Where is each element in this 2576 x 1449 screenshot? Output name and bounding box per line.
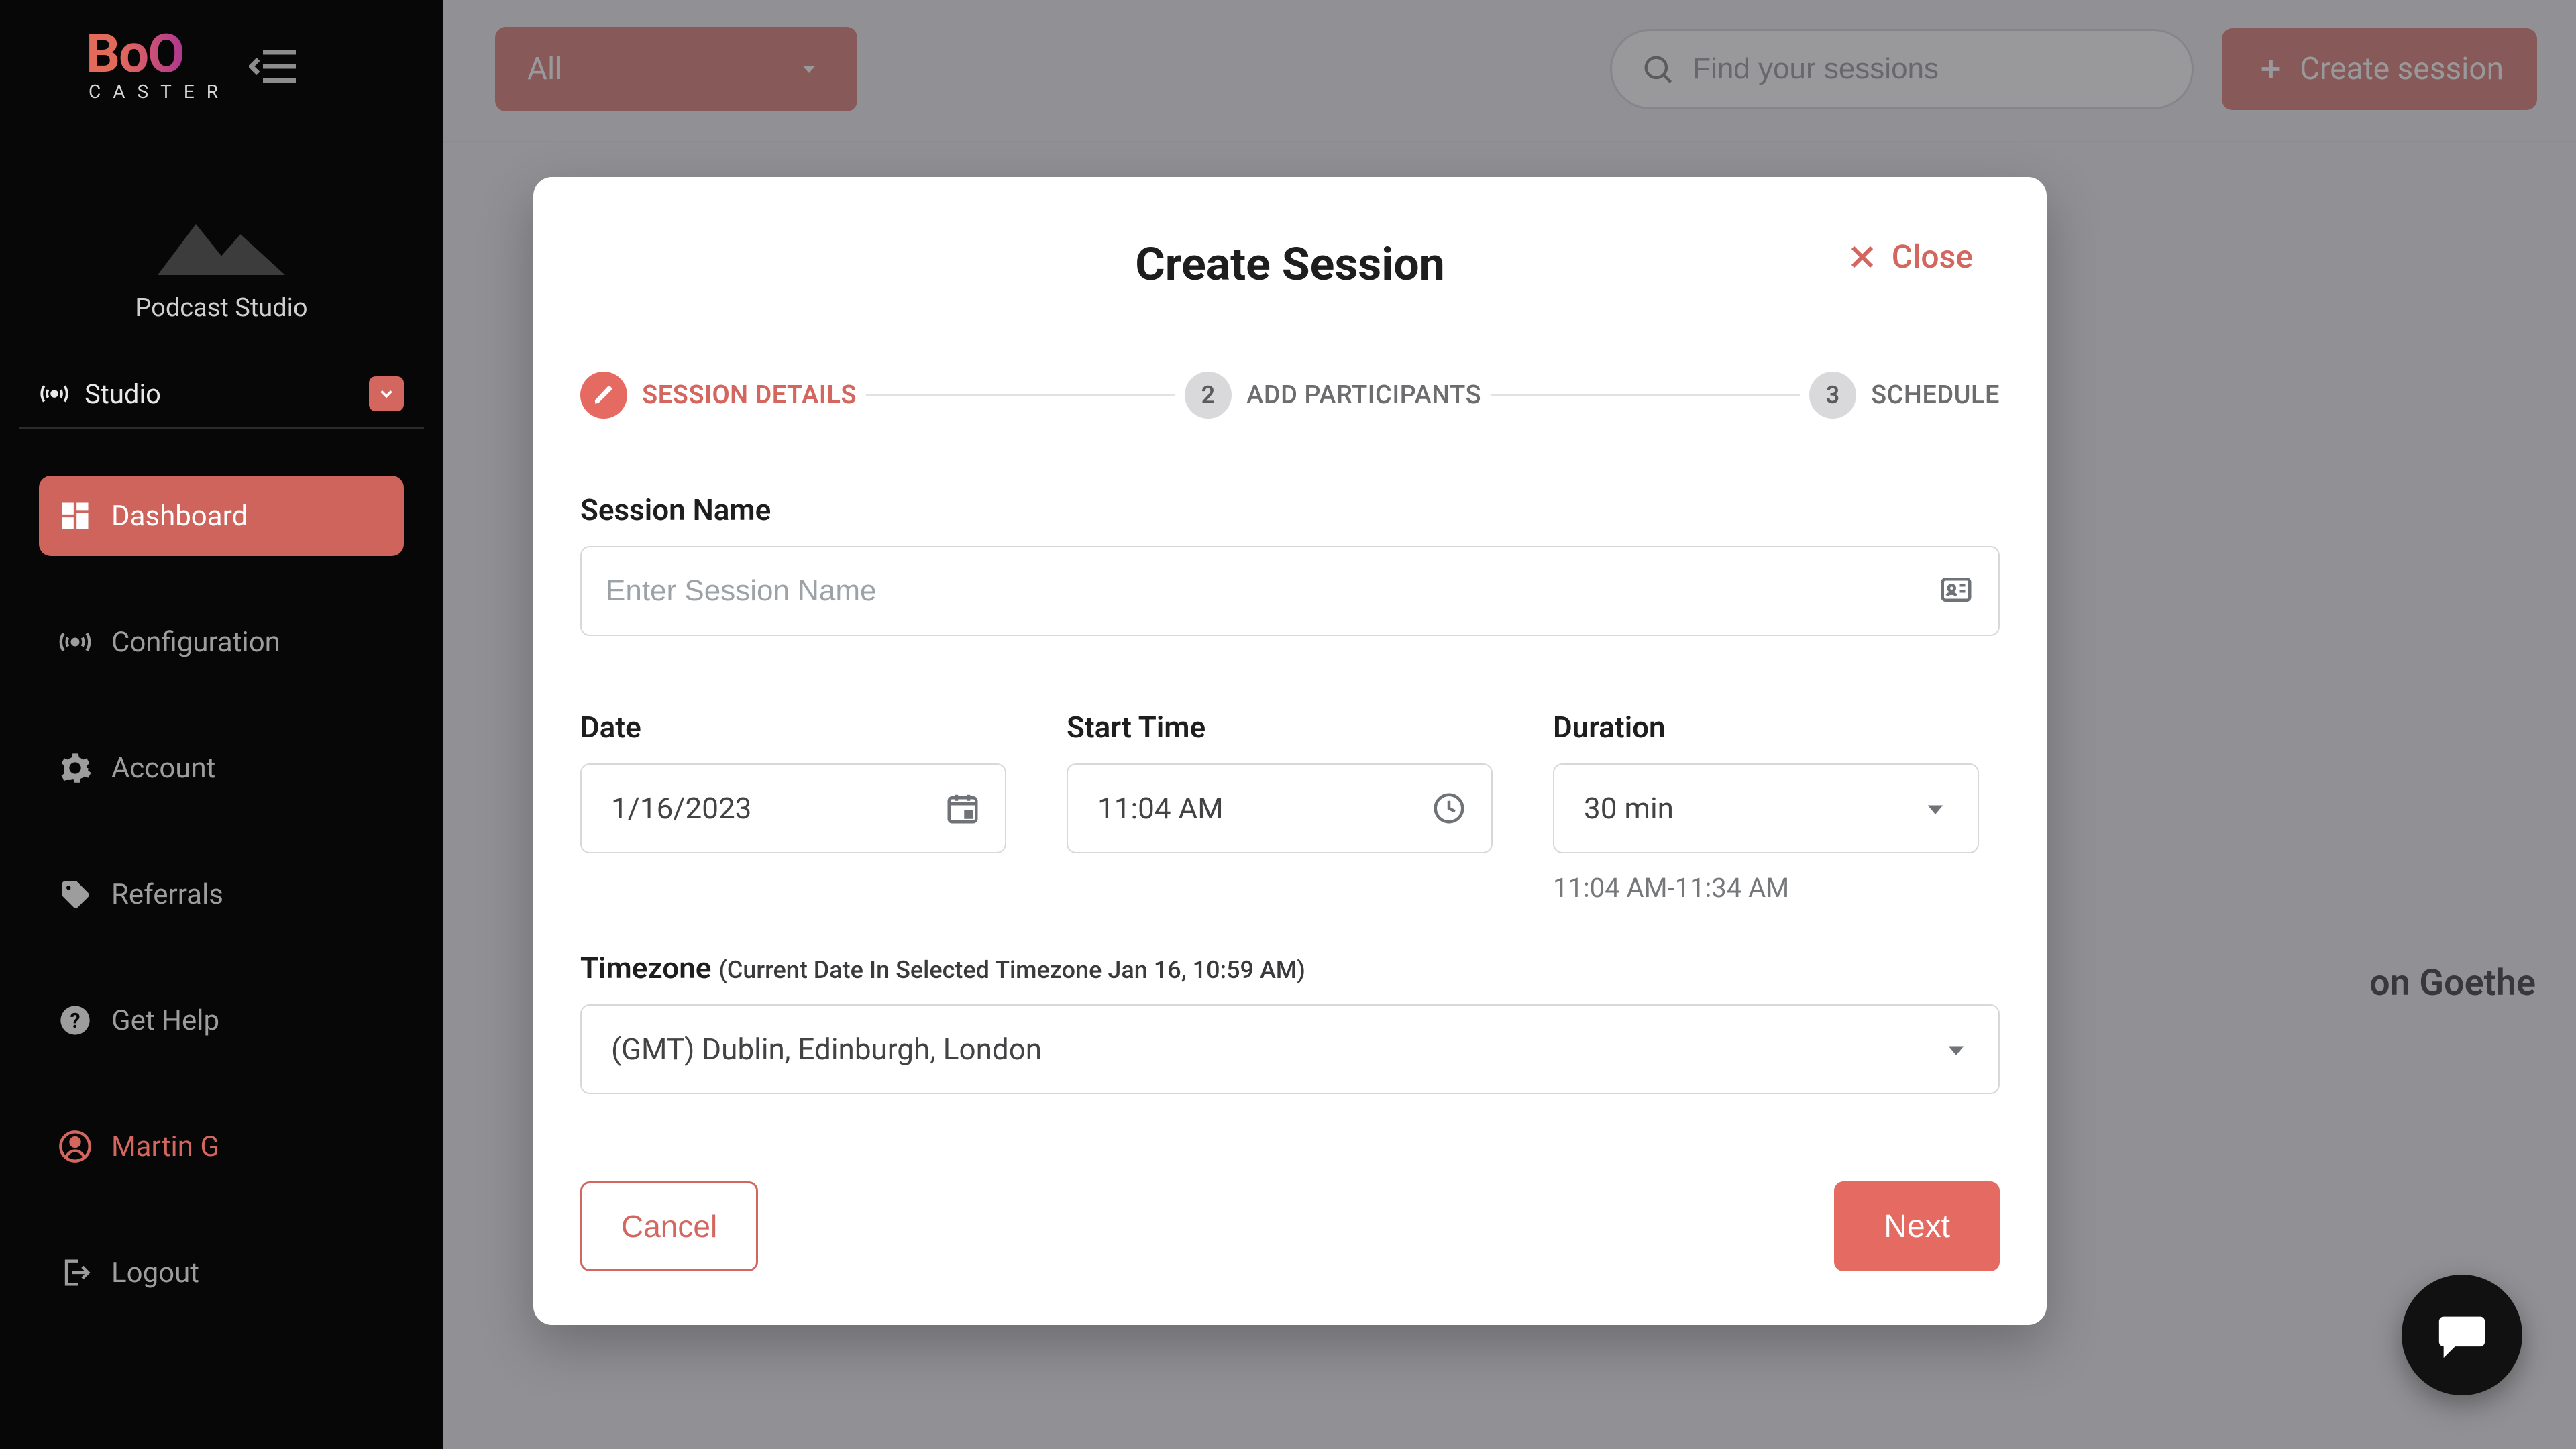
date-value: 1/16/2023 (611, 791, 751, 826)
sidebar-item-get-help[interactable]: ? Get Help (39, 980, 404, 1061)
gear-icon (58, 751, 93, 786)
start-time-value: 11:04 AM (1097, 791, 1224, 826)
close-icon (1846, 241, 1878, 273)
caret-down-icon (1938, 1031, 1974, 1067)
duration-label: Duration (1553, 710, 1979, 745)
sidebar-item-label: Referrals (111, 878, 223, 911)
step-number: 3 (1809, 372, 1856, 419)
studio-image-placeholder (158, 197, 285, 277)
sidebar-item-dashboard[interactable]: Dashboard (39, 476, 404, 556)
session-name-field[interactable] (580, 546, 2000, 636)
sidebar-item-label: Logout (111, 1256, 199, 1289)
sidebar-item-user[interactable]: Martin G (39, 1106, 404, 1187)
modal-close-label: Close (1892, 237, 1973, 276)
start-time-label: Start Time (1067, 710, 1493, 745)
step-add-participants[interactable]: 2 ADD PARTICIPANTS (1185, 372, 1481, 419)
timezone-select[interactable]: (GMT) Dublin, Edinburgh, London (580, 1004, 2000, 1094)
step-number: 2 (1185, 372, 1232, 419)
chat-icon (2434, 1307, 2489, 1362)
timezone-label: Timezone (580, 951, 711, 985)
session-name-input[interactable] (606, 574, 1925, 608)
next-button[interactable]: Next (1834, 1181, 2000, 1271)
duration-value: 30 min (1584, 791, 1674, 826)
cancel-button[interactable]: Cancel (580, 1181, 758, 1271)
sidebar-collapse-icon[interactable] (249, 38, 305, 97)
pencil-icon (592, 384, 615, 407)
timezone-value: (GMT) Dublin, Edinburgh, London (611, 1032, 1042, 1067)
timezone-field-group: Timezone (Current Date In Selected Timez… (580, 951, 2000, 1094)
stepper: SESSION DETAILS 2 ADD PARTICIPANTS 3 SCH… (580, 372, 2000, 419)
svg-text:?: ? (70, 1010, 80, 1033)
date-label: Date (580, 710, 1006, 745)
sidebar-item-account[interactable]: Account (39, 728, 404, 808)
help-icon: ? (58, 1003, 93, 1038)
step-label: SCHEDULE (1871, 380, 2000, 410)
date-input[interactable]: 1/16/2023 (580, 763, 1006, 853)
modal-close-button[interactable]: Close (1846, 237, 1973, 276)
sidebar-item-label: Martin G (111, 1130, 219, 1163)
chevron-down-icon[interactable] (369, 376, 404, 411)
tag-icon (58, 877, 93, 912)
modal-title: Create Session (580, 237, 2000, 291)
duration-range: 11:04 AM-11:34 AM (1553, 872, 1979, 904)
user-icon (58, 1129, 93, 1164)
date-field-group: Date 1/16/2023 (580, 710, 1006, 904)
logout-icon (58, 1255, 93, 1290)
session-name-label: Session Name (580, 492, 2000, 527)
start-time-field-group: Start Time 11:04 AM (1067, 710, 1493, 904)
timezone-hint: (Current Date In Selected Timezone Jan 1… (718, 956, 1305, 984)
create-session-modal: Close Create Session SESSION DETAILS 2 A… (533, 177, 2047, 1325)
sidebar-item-configuration[interactable]: Configuration (39, 602, 404, 682)
sidebar-item-label: Dashboard (111, 500, 248, 533)
main: All Create session on Goeth (443, 0, 2576, 1449)
chat-fab[interactable] (2402, 1275, 2522, 1395)
sidebar-item-label: Get Help (111, 1004, 219, 1037)
sidebar-item-label: Configuration (111, 626, 280, 659)
step-schedule[interactable]: 3 SCHEDULE (1809, 372, 2000, 419)
start-time-input[interactable]: 11:04 AM (1067, 763, 1493, 853)
studio-selector[interactable]: Studio (19, 363, 424, 429)
duration-select[interactable]: 30 min (1553, 763, 1979, 853)
sidebar: BoO CASTER Podcast Studio (0, 0, 443, 1449)
calendar-icon (945, 790, 981, 826)
brand-logo: BoO CASTER (86, 32, 230, 103)
clock-icon (1431, 790, 1467, 826)
caret-down-icon (1917, 790, 1953, 826)
contact-card-icon[interactable] (1938, 572, 1974, 610)
broadcast-icon (58, 625, 93, 659)
sidebar-item-logout[interactable]: Logout (39, 1232, 404, 1313)
step-label: SESSION DETAILS (642, 380, 857, 410)
studio-name: Podcast Studio (135, 293, 307, 323)
sidebar-item-label: Account (111, 752, 215, 785)
step-session-details[interactable]: SESSION DETAILS (580, 372, 857, 419)
sidebar-item-referrals[interactable]: Referrals (39, 854, 404, 934)
dashboard-icon (58, 498, 93, 533)
step-label: ADD PARTICIPANTS (1246, 380, 1481, 410)
broadcast-icon (39, 378, 70, 409)
duration-field-group: Duration 30 min 11:04 AM-11:34 AM (1553, 710, 1979, 904)
studio-label: Studio (85, 378, 161, 410)
